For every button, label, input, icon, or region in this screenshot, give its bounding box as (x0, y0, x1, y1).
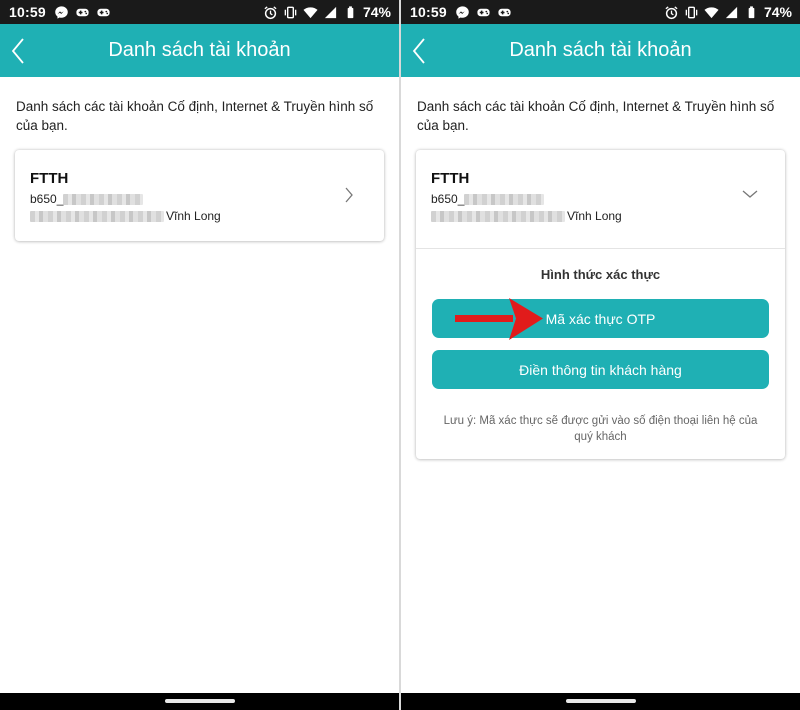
battery-icon (744, 5, 759, 20)
battery-percent: 74% (362, 4, 391, 20)
account-location: Vĩnh Long (166, 209, 221, 223)
app-bar: Danh sách tài khoản (401, 24, 800, 77)
home-pill[interactable] (164, 699, 235, 703)
system-nav-bar (0, 693, 399, 710)
wifi-icon (704, 5, 719, 20)
vibrate-icon (283, 5, 298, 20)
status-time: 10:59 (410, 4, 447, 20)
status-bar: 10:59 74% (0, 0, 399, 24)
note-text: Lưu ý: Mã xác thực sẽ được gửi vào số đi… (443, 415, 758, 443)
customer-info-button[interactable]: Điền thông tin khách hàng (432, 350, 769, 389)
intro-text: Danh sách các tài khoản Cố định, Interne… (16, 99, 374, 133)
status-time: 10:59 (9, 4, 46, 20)
page-title: Danh sách tài khoản (509, 39, 692, 61)
right-screen: 10:59 74% Danh sách tài khoản Danh sách … (401, 0, 800, 710)
signal-icon (724, 5, 739, 20)
redacted-account-id (464, 193, 545, 205)
messenger-icon (54, 5, 69, 20)
system-nav-bar (401, 693, 800, 710)
account-type: FTTH (431, 170, 470, 187)
intro-text: Danh sách các tài khoản Cố định, Interne… (417, 99, 775, 133)
alarm-icon (263, 5, 278, 20)
account-card-header[interactable]: FTTH b650_ Vĩnh Long (416, 150, 785, 248)
signal-icon (323, 5, 338, 20)
chevron-right-icon (345, 187, 353, 203)
home-pill[interactable] (565, 699, 636, 703)
app-bar: Danh sách tài khoản (0, 24, 399, 77)
alarm-icon (664, 5, 679, 20)
gamepad-icon (476, 5, 491, 20)
vibrate-icon (684, 5, 699, 20)
account-card[interactable]: FTTH b650_ Vĩnh Long (15, 150, 384, 241)
card-divider (416, 248, 785, 249)
page-title: Danh sách tài khoản (108, 39, 291, 61)
account-id: b650_ (30, 192, 64, 206)
account-id: b650_ (431, 192, 465, 206)
battery-icon (343, 5, 358, 20)
messenger-icon (455, 5, 470, 20)
redacted-account-id (63, 193, 144, 205)
account-location: Vĩnh Long (567, 209, 622, 223)
verify-method-title: Hình thức xác thực (540, 267, 661, 282)
redacted-address (30, 210, 164, 222)
status-bar: 10:59 74% (401, 0, 800, 24)
battery-percent: 74% (763, 4, 792, 20)
left-screen: 10:59 74% Danh sách tài khoản Danh sách … (0, 0, 399, 710)
gamepad-icon (497, 5, 512, 20)
redacted-address (431, 210, 565, 222)
gamepad-icon (75, 5, 90, 20)
wifi-icon (303, 5, 318, 20)
red-arrow-icon (455, 298, 543, 340)
chevron-down-icon (742, 190, 758, 198)
gamepad-icon (96, 5, 111, 20)
account-type: FTTH (30, 170, 69, 187)
